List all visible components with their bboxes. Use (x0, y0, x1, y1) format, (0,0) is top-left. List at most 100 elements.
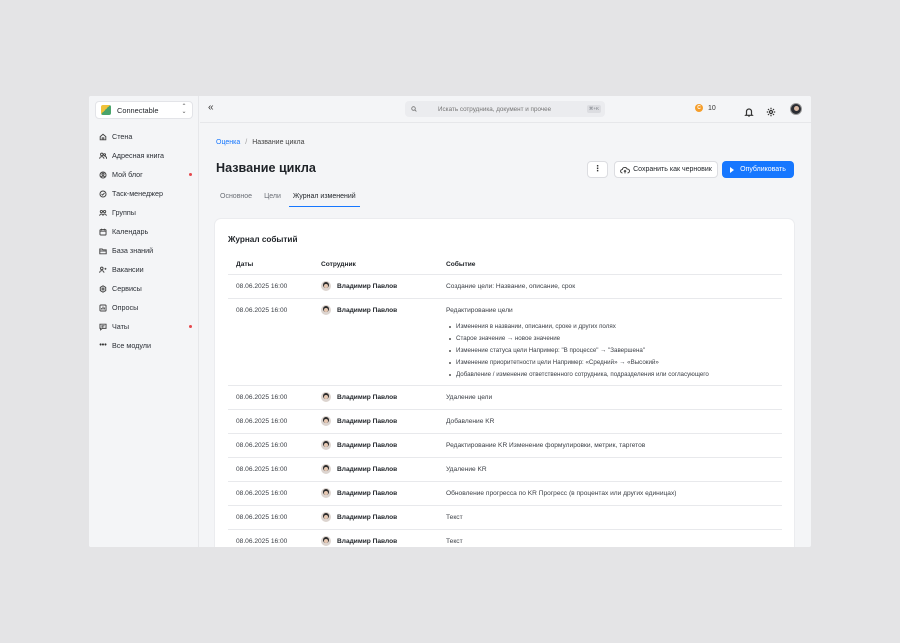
tab[interactable]: Журнал изменений (288, 191, 360, 207)
calendar-icon (99, 228, 107, 236)
search-input[interactable] (438, 105, 588, 113)
employee-name: Владимир Павлов (337, 465, 398, 473)
employee-name: Владимир Павлов (337, 306, 398, 314)
row-date: 08.06.2025 16:00 (236, 490, 288, 497)
avatar (321, 416, 331, 426)
row-event: Редактирование KR Изменение формулировки… (446, 442, 646, 449)
publish-button[interactable]: Опубликовать (722, 161, 794, 178)
collapse-sidebar-icon[interactable]: « (208, 102, 214, 113)
sidebar-item[interactable]: Сервисы (89, 279, 199, 298)
row-event: Текст (446, 514, 463, 521)
play-icon (730, 166, 735, 173)
sidebar-item-label: Чаты (112, 322, 130, 331)
coins-balance[interactable]: C 10 (695, 104, 716, 112)
sidebar-item[interactable]: ••• Все модули (89, 336, 199, 355)
row-date: 08.06.2025 16:00 (236, 514, 288, 521)
sidebar-item[interactable]: Таск-менеджер (89, 184, 199, 203)
search-shortcut: ⌘+K (586, 105, 601, 113)
avatar (321, 536, 331, 546)
search-box[interactable]: ⌘+K (405, 101, 605, 117)
user-avatar[interactable] (790, 103, 802, 115)
row-event: Создание цели: Название, описание, срок (446, 283, 576, 290)
sidebar-item[interactable]: Чаты (89, 317, 199, 336)
sidebar-item[interactable]: Вакансии (89, 260, 199, 279)
coins-count: 10 (708, 104, 716, 112)
row-employee[interactable]: Владимир Павлов (321, 281, 397, 291)
table-header: Даты Сотрудник Событие (228, 256, 782, 275)
table-row: 08.06.2025 16:00 Владимир Павлов Редактиро… (228, 434, 782, 458)
employee-name: Владимир Павлов (337, 441, 398, 449)
row-date: 08.06.2025 16:00 (236, 283, 288, 290)
tab[interactable]: Цели (260, 191, 285, 207)
row-employee[interactable]: Владимир Павлов (321, 536, 397, 546)
sidebar-item-label: Адресная книга (112, 151, 165, 160)
row-employee[interactable]: Владимир Павлов (321, 464, 397, 474)
breadcrumb-link[interactable]: Оценка (216, 139, 240, 146)
employee-name: Владимир Павлов (337, 537, 398, 545)
poll-icon (99, 303, 107, 312)
services-icon (99, 284, 107, 293)
org-switcher[interactable]: Connectable ⌃ ⌄ (95, 101, 193, 119)
row-employee[interactable]: Владимир Павлов (321, 440, 397, 450)
notification-dot (189, 325, 192, 328)
blog-icon (99, 170, 107, 179)
sidebar-item[interactable]: Стена (89, 127, 199, 146)
row-employee[interactable]: Владимир Павлов (321, 512, 397, 522)
table-row: 08.06.2025 16:00 Владимир Павлов Текст (228, 506, 782, 530)
row-event: Редактирование цели (446, 307, 513, 314)
row-date: 08.06.2025 16:00 (236, 394, 288, 401)
table-row: 08.06.2025 16:00 Владимир Павлов Удаление … (228, 386, 782, 410)
more-actions-button[interactable]: ⋮ (587, 161, 608, 178)
cloud-upload-icon (620, 166, 631, 173)
avatar (321, 305, 331, 315)
row-event: Текст (446, 538, 463, 545)
sidebar-item[interactable]: Календарь (89, 222, 199, 241)
sidebar-item-label: Таск-менеджер (112, 189, 163, 198)
tab[interactable]: Основное (216, 191, 256, 207)
event-details: Изменения в названии, описании, сроке и … (446, 323, 709, 383)
notification-dot (189, 173, 192, 176)
tabs: Основное Цели Журнал изменений (216, 191, 364, 207)
save-draft-button[interactable]: Сохранить как черновик (614, 161, 718, 178)
employee-name: Владимир Павлов (337, 513, 398, 521)
gear-icon[interactable] (766, 104, 776, 117)
sidebar-item-label: Все модули (112, 341, 152, 350)
journal-card: Журнал событий Даты Сотрудник Событие 08… (215, 219, 794, 547)
row-date: 08.06.2025 16:00 (236, 466, 288, 473)
sidebar-item[interactable]: Адресная книга (89, 146, 199, 165)
topbar: « ⌘+K C 10 (200, 96, 811, 123)
row-employee[interactable]: Владимир Павлов (321, 305, 397, 315)
avatar (321, 281, 331, 291)
breadcrumb-current: Название цикла (252, 139, 305, 146)
row-event: Удаление цели (446, 394, 493, 401)
row-employee[interactable]: Владимир Павлов (321, 488, 397, 498)
event-detail-item: Добавление / изменение ответственного со… (446, 371, 709, 383)
row-employee[interactable]: Владимир Павлов (321, 392, 397, 402)
group-icon (99, 209, 107, 216)
sidebar-item[interactable]: Мой блог (89, 165, 199, 184)
row-event: Обновление прогресса по KR Прогресс (в п… (446, 490, 677, 497)
table-row: 08.06.2025 16:00 Владимир Павлов Добавлени… (228, 410, 782, 434)
page-title: Название цикла (216, 161, 316, 175)
row-employee[interactable]: Владимир Павлов (321, 416, 397, 426)
folder-icon (99, 248, 107, 254)
employee-name: Владимир Павлов (337, 489, 398, 497)
chevron-up-down-icon: ⌃ ⌄ (181, 104, 187, 115)
vacancy-icon (99, 266, 107, 273)
bell-icon[interactable] (744, 104, 754, 117)
sidebar: Connectable ⌃ ⌄ Стена Адресная книга Мой бл… (89, 96, 199, 547)
sidebar-item[interactable]: Группы (89, 203, 199, 222)
sidebar-item-label: Вакансии (112, 265, 144, 274)
sidebar-item-label: База знаний (112, 246, 154, 255)
table-row: 08.06.2025 16:00 Владимир Павлов Редактиро… (228, 299, 782, 386)
column-header-employee: Сотрудник (321, 261, 356, 268)
sidebar-item[interactable]: Опросы (89, 298, 199, 317)
home-icon (99, 133, 107, 140)
event-detail-item: Изменения в названии, описании, сроке и … (446, 323, 709, 335)
avatar (321, 512, 331, 522)
check-circle-icon (99, 189, 107, 198)
employee-name: Владимир Павлов (337, 393, 398, 401)
avatar (321, 392, 331, 402)
sidebar-item[interactable]: База знаний (89, 241, 199, 260)
sidebar-item-label: Мой блог (112, 170, 143, 179)
